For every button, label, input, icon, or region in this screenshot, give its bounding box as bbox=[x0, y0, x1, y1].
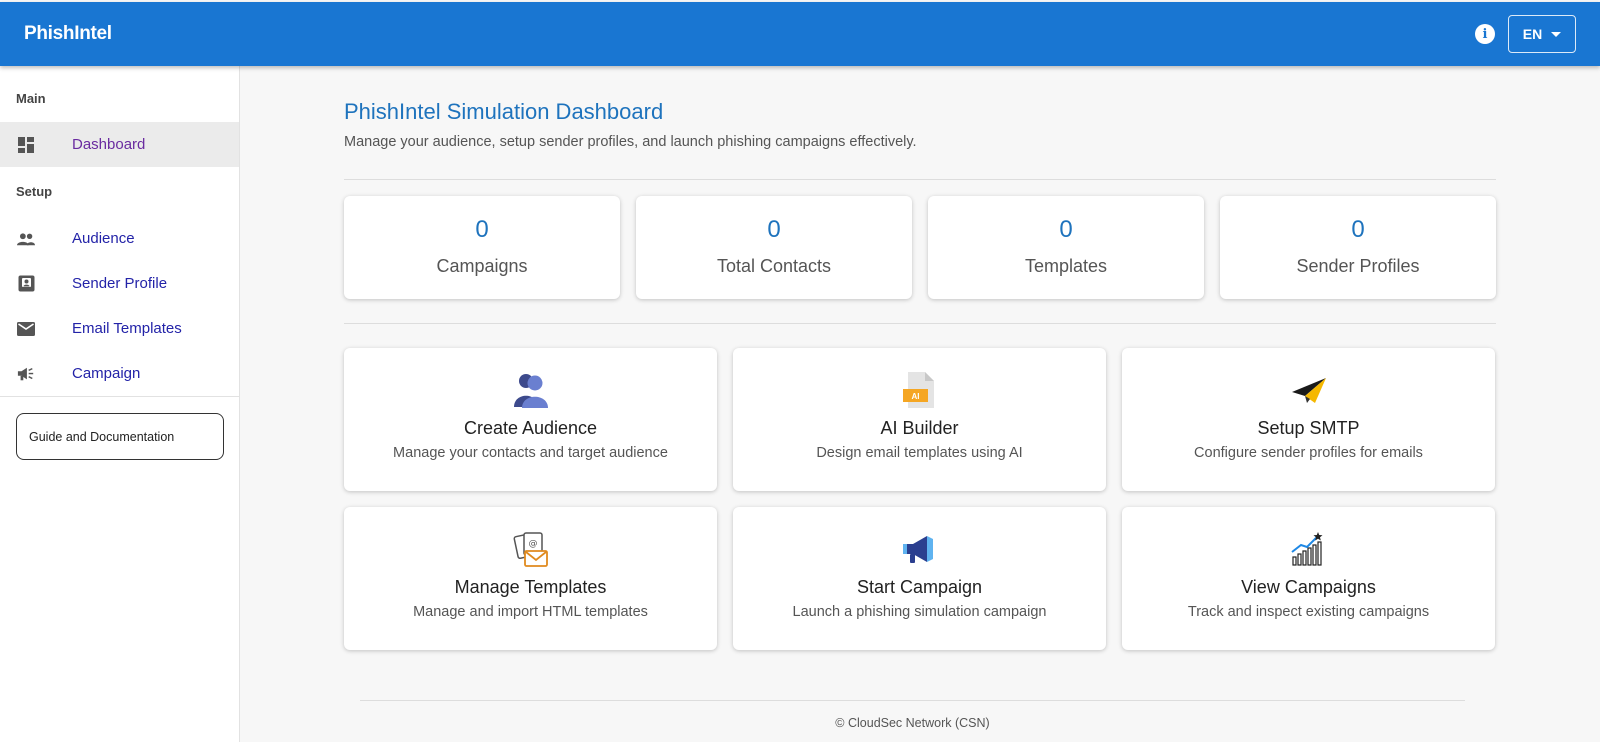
topbar-actions: i EN bbox=[1475, 15, 1576, 53]
sidebar-divider bbox=[0, 396, 239, 397]
stat-card-campaigns: 0 Campaigns bbox=[344, 196, 620, 299]
stat-label: Templates bbox=[1024, 256, 1108, 276]
stat-label: Total Contacts bbox=[716, 256, 832, 276]
divider bbox=[344, 323, 1496, 324]
sidebar-item-dashboard[interactable]: Dashboard bbox=[0, 122, 239, 167]
action-title: Create Audience bbox=[463, 418, 598, 438]
top-app-bar: PhishIntel i EN bbox=[0, 2, 1600, 66]
sidebar-item-email-templates[interactable]: Email Templates bbox=[0, 306, 239, 351]
sidebar-item-label: Campaign bbox=[72, 365, 141, 382]
ai-document-icon: AI bbox=[902, 372, 934, 408]
action-card-create-audience[interactable]: Create Audience Manage your contacts and… bbox=[344, 348, 717, 491]
stat-card-sender-profiles: 0 Sender Profiles bbox=[1220, 196, 1496, 299]
action-description: Manage your contacts and target audience bbox=[393, 445, 668, 461]
sidebar: Main Dashboard Setup Audience Sender Pro… bbox=[0, 66, 240, 742]
section-label-setup: Setup bbox=[16, 184, 53, 199]
guide-documentation-button[interactable]: Guide and Documentation bbox=[16, 413, 224, 460]
stat-label: Campaigns bbox=[436, 256, 528, 276]
section-label-main: Main bbox=[16, 91, 46, 106]
stat-value: 0 bbox=[475, 216, 489, 243]
paper-plane-icon bbox=[1291, 378, 1326, 403]
megaphone-icon bbox=[17, 365, 35, 383]
stat-card-templates: 0 Templates bbox=[928, 196, 1204, 299]
envelope-icon bbox=[17, 320, 35, 338]
sidebar-item-label: Email Templates bbox=[72, 320, 182, 337]
action-card-view-campaigns[interactable]: View Campaigns Track and inspect existin… bbox=[1122, 507, 1495, 650]
action-title: Setup SMTP bbox=[1257, 418, 1360, 438]
svg-text:@: @ bbox=[528, 539, 537, 549]
brand-logo[interactable]: PhishIntel bbox=[24, 23, 112, 45]
action-title: Manage Templates bbox=[454, 577, 607, 597]
stat-value: 0 bbox=[1059, 216, 1073, 243]
action-card-ai-builder[interactable]: AI AI Builder Design email templates usi… bbox=[733, 348, 1106, 491]
stat-card-total-contacts: 0 Total Contacts bbox=[636, 196, 912, 299]
page-subtitle: Manage your audience, setup sender profi… bbox=[344, 134, 917, 150]
footer-copyright: © CloudSec Network (CSN) bbox=[835, 716, 990, 730]
sidebar-item-audience[interactable]: Audience bbox=[0, 216, 239, 261]
sidebar-item-campaign[interactable]: Campaign bbox=[0, 351, 239, 396]
action-title: AI Builder bbox=[880, 418, 959, 438]
sidebar-item-sender-profile[interactable]: Sender Profile bbox=[0, 261, 239, 306]
growth-chart-icon bbox=[1290, 532, 1322, 566]
action-description: Design email templates using AI bbox=[816, 445, 1023, 461]
people-icon bbox=[17, 230, 35, 248]
divider bbox=[344, 179, 1496, 180]
action-card-setup-smtp[interactable]: Setup SMTP Configure sender profiles for… bbox=[1122, 348, 1495, 491]
sidebar-item-label: Sender Profile bbox=[72, 275, 168, 292]
ai-badge-text: AI bbox=[911, 392, 919, 401]
action-description: Manage and import HTML templates bbox=[413, 604, 648, 620]
page-title: PhishIntel Simulation Dashboard bbox=[344, 99, 664, 124]
info-icon[interactable]: i bbox=[1475, 24, 1495, 44]
quick-actions-grid: Create Audience Manage your contacts and… bbox=[344, 348, 1496, 650]
language-label: EN bbox=[1522, 26, 1543, 42]
sidebar-item-label: Dashboard bbox=[72, 136, 146, 153]
audience-icon bbox=[513, 374, 548, 408]
stat-value: 0 bbox=[1351, 216, 1365, 243]
action-description: Launch a phishing simulation campaign bbox=[792, 604, 1047, 620]
stats-row: 0 Campaigns 0 Total Contacts 0 Templates… bbox=[344, 196, 1496, 299]
dashboard-icon bbox=[17, 136, 35, 154]
stat-value: 0 bbox=[767, 216, 781, 243]
stat-label: Sender Profiles bbox=[1296, 256, 1420, 276]
action-title: Start Campaign bbox=[856, 577, 983, 597]
sidebar-item-label: Audience bbox=[72, 230, 135, 247]
contact-mail-icon bbox=[17, 275, 35, 293]
action-title: View Campaigns bbox=[1241, 577, 1376, 597]
action-card-start-campaign[interactable]: Start Campaign Launch a phishing simulat… bbox=[733, 507, 1106, 650]
action-description: Configure sender profiles for emails bbox=[1194, 445, 1423, 461]
email-templates-icon: @ bbox=[513, 532, 548, 567]
action-card-manage-templates[interactable]: @ Manage Templates Manage and import HTM… bbox=[344, 507, 717, 650]
footer-divider bbox=[360, 700, 1465, 701]
action-description: Track and inspect existing campaigns bbox=[1187, 604, 1430, 620]
language-select[interactable]: EN bbox=[1508, 15, 1576, 53]
caret-down-icon bbox=[1551, 31, 1562, 37]
megaphone-icon bbox=[902, 536, 933, 563]
